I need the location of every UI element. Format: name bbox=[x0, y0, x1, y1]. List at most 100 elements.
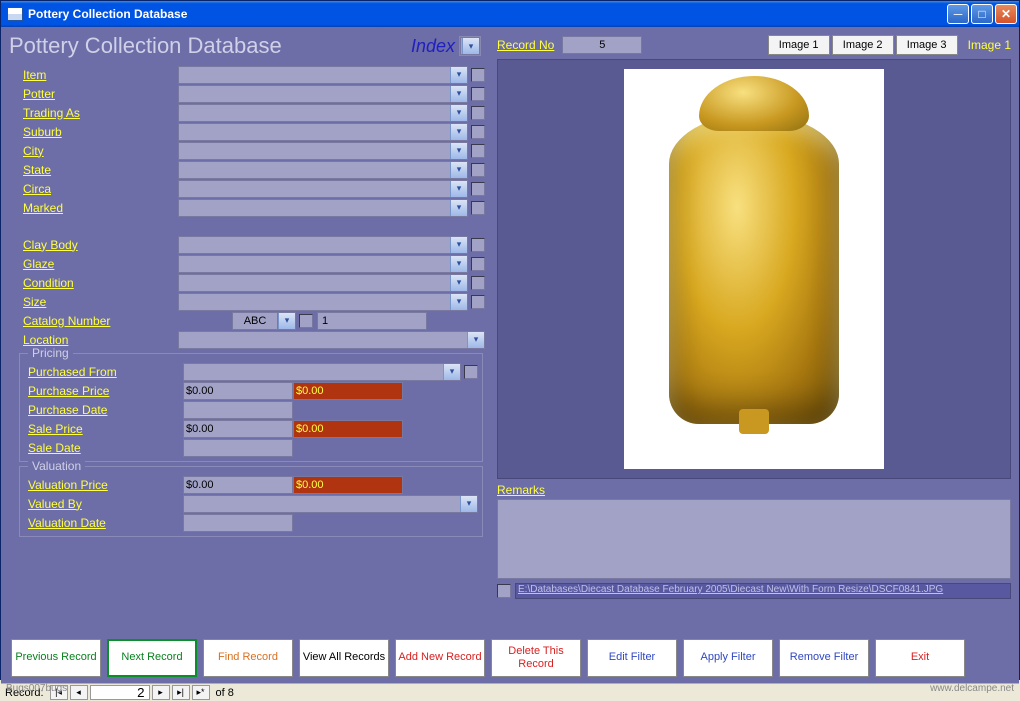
fields2-check-2[interactable] bbox=[471, 276, 485, 290]
minimize-button[interactable]: ─ bbox=[947, 4, 969, 24]
image-button-2[interactable]: Image 2 bbox=[832, 35, 894, 55]
fields2-label-2[interactable]: Condition bbox=[23, 276, 178, 290]
fields2-row-3: Size ▾ bbox=[5, 292, 485, 311]
fields2-check-3[interactable] bbox=[471, 295, 485, 309]
remove-filter-button[interactable]: Remove Filter bbox=[779, 639, 869, 677]
fields1-check-1[interactable] bbox=[471, 87, 485, 101]
location-label[interactable]: Location bbox=[23, 333, 178, 347]
valuation-date-field[interactable] bbox=[183, 514, 293, 532]
fields1-check-2[interactable] bbox=[471, 106, 485, 120]
sale-price-field[interactable]: $0.00 bbox=[183, 420, 293, 438]
edit-filter-button[interactable]: Edit Filter bbox=[587, 639, 677, 677]
prev-record-nav-button[interactable]: ◂ bbox=[70, 685, 88, 700]
fields1-row-4: City ▾ bbox=[5, 141, 485, 160]
sale-date-field[interactable] bbox=[183, 439, 293, 457]
purchased-from-check[interactable] bbox=[464, 365, 478, 379]
fields1-check-0[interactable] bbox=[471, 68, 485, 82]
button-bar: Previous Record Next Record Find Record … bbox=[1, 633, 1019, 683]
record-position-input[interactable] bbox=[90, 685, 150, 700]
fields2-label-1[interactable]: Glaze bbox=[23, 257, 178, 271]
sale-date-label[interactable]: Sale Date bbox=[28, 441, 183, 455]
fields1-row-6: Circa ▾ bbox=[5, 179, 485, 198]
fields1-label-1[interactable]: Potter bbox=[23, 87, 178, 101]
valuation-date-label[interactable]: Valuation Date bbox=[28, 516, 183, 530]
fields1-label-6[interactable]: Circa bbox=[23, 182, 178, 196]
fields1-check-5[interactable] bbox=[471, 163, 485, 177]
maximize-button[interactable]: □ bbox=[971, 4, 993, 24]
remarks-label[interactable]: Remarks bbox=[497, 483, 1011, 497]
purchase-price-field[interactable]: $0.00 bbox=[183, 382, 293, 400]
view-all-button[interactable]: View All Records bbox=[299, 639, 389, 677]
app-window: Pottery Collection Database ─ □ ✕ Potter… bbox=[0, 0, 1020, 680]
close-button[interactable]: ✕ bbox=[995, 4, 1017, 24]
image-viewer[interactable] bbox=[497, 59, 1011, 479]
catalog-number[interactable]: 1 bbox=[317, 312, 427, 330]
sale-price-label[interactable]: Sale Price bbox=[28, 422, 183, 436]
purchase-date-label[interactable]: Purchase Date bbox=[28, 403, 183, 417]
remarks-field[interactable] bbox=[497, 499, 1011, 579]
fields2-check-0[interactable] bbox=[471, 238, 485, 252]
fields1-combo-2[interactable]: ▾ bbox=[178, 104, 468, 122]
fields1-label-0[interactable]: Item bbox=[23, 68, 178, 82]
catalog-checkbox[interactable] bbox=[299, 314, 313, 328]
fields2-combo-0[interactable]: ▾ bbox=[178, 236, 468, 254]
catalog-prefix[interactable]: ABC bbox=[232, 312, 278, 330]
fields2-label-3[interactable]: Size bbox=[23, 295, 178, 309]
fields1-combo-1[interactable]: ▾ bbox=[178, 85, 468, 103]
next-record-button[interactable]: Next Record bbox=[107, 639, 197, 677]
titlebar[interactable]: Pottery Collection Database ─ □ ✕ bbox=[1, 1, 1019, 27]
exit-button[interactable]: Exit bbox=[875, 639, 965, 677]
fields1-combo-0[interactable]: ▾ bbox=[178, 66, 468, 84]
purchase-price-label[interactable]: Purchase Price bbox=[28, 384, 183, 398]
index-label[interactable]: Index bbox=[411, 36, 455, 57]
add-new-button[interactable]: Add New Record bbox=[395, 639, 485, 677]
fields1-check-7[interactable] bbox=[471, 201, 485, 215]
purchased-from-label[interactable]: Purchased From bbox=[28, 365, 183, 379]
location-combo[interactable]: ▾ bbox=[178, 331, 485, 349]
last-record-button[interactable]: ▸| bbox=[172, 685, 190, 700]
next-record-nav-button[interactable]: ▸ bbox=[152, 685, 170, 700]
fields1-row-1: Potter ▾ bbox=[5, 84, 485, 103]
fields2-check-1[interactable] bbox=[471, 257, 485, 271]
fields2-combo-2[interactable]: ▾ bbox=[178, 274, 468, 292]
image-button-3[interactable]: Image 3 bbox=[896, 35, 958, 55]
image-path[interactable]: E:\Databases\Diecast Database February 2… bbox=[515, 583, 1011, 599]
record-no-label[interactable]: Record No bbox=[497, 38, 554, 52]
record-no-value[interactable]: 5 bbox=[562, 36, 642, 54]
valuation-price-field[interactable]: $0.00 bbox=[183, 476, 293, 494]
valuation-price-label[interactable]: Valuation Price bbox=[28, 478, 183, 492]
previous-record-button[interactable]: Previous Record bbox=[11, 639, 101, 677]
fields1-combo-3[interactable]: ▾ bbox=[178, 123, 468, 141]
fields1-label-7[interactable]: Marked bbox=[23, 201, 178, 215]
fields1-label-2[interactable]: Trading As bbox=[23, 106, 178, 120]
fields1-check-4[interactable] bbox=[471, 144, 485, 158]
image-button-1[interactable]: Image 1 bbox=[768, 35, 830, 55]
fields2-combo-3[interactable]: ▾ bbox=[178, 293, 468, 311]
apply-filter-button[interactable]: Apply Filter bbox=[683, 639, 773, 677]
catalog-label[interactable]: Catalog Number bbox=[23, 314, 178, 328]
valued-by-label[interactable]: Valued By bbox=[28, 497, 183, 511]
footer-left: Bugs007bugs bbox=[6, 683, 67, 694]
fields1-combo-4[interactable]: ▾ bbox=[178, 142, 468, 160]
index-combo[interactable]: ▾ bbox=[459, 36, 481, 56]
purchased-from-combo[interactable]: ▾ bbox=[183, 363, 461, 381]
delete-record-button[interactable]: Delete This Record bbox=[491, 639, 581, 677]
catalog-combo[interactable]: ▾ bbox=[278, 312, 296, 330]
fields2-label-0[interactable]: Clay Body bbox=[23, 238, 178, 252]
fields1-combo-5[interactable]: ▾ bbox=[178, 161, 468, 179]
fields1-label-4[interactable]: City bbox=[23, 144, 178, 158]
fields1-label-5[interactable]: State bbox=[23, 163, 178, 177]
purchase-date-field[interactable] bbox=[183, 401, 293, 419]
valuation-group: Valuation Valuation Price$0.00$0.00 Valu… bbox=[19, 466, 483, 537]
path-checkbox[interactable] bbox=[497, 584, 511, 598]
fields1-check-3[interactable] bbox=[471, 125, 485, 139]
window-title: Pottery Collection Database bbox=[28, 7, 947, 21]
find-record-button[interactable]: Find Record bbox=[203, 639, 293, 677]
fields1-combo-7[interactable]: ▾ bbox=[178, 199, 468, 217]
fields2-combo-1[interactable]: ▾ bbox=[178, 255, 468, 273]
fields1-label-3[interactable]: Suburb bbox=[23, 125, 178, 139]
fields1-combo-6[interactable]: ▾ bbox=[178, 180, 468, 198]
valued-by-combo[interactable]: ▾ bbox=[183, 495, 478, 513]
new-record-nav-button[interactable]: ▸* bbox=[192, 685, 210, 700]
fields1-check-6[interactable] bbox=[471, 182, 485, 196]
